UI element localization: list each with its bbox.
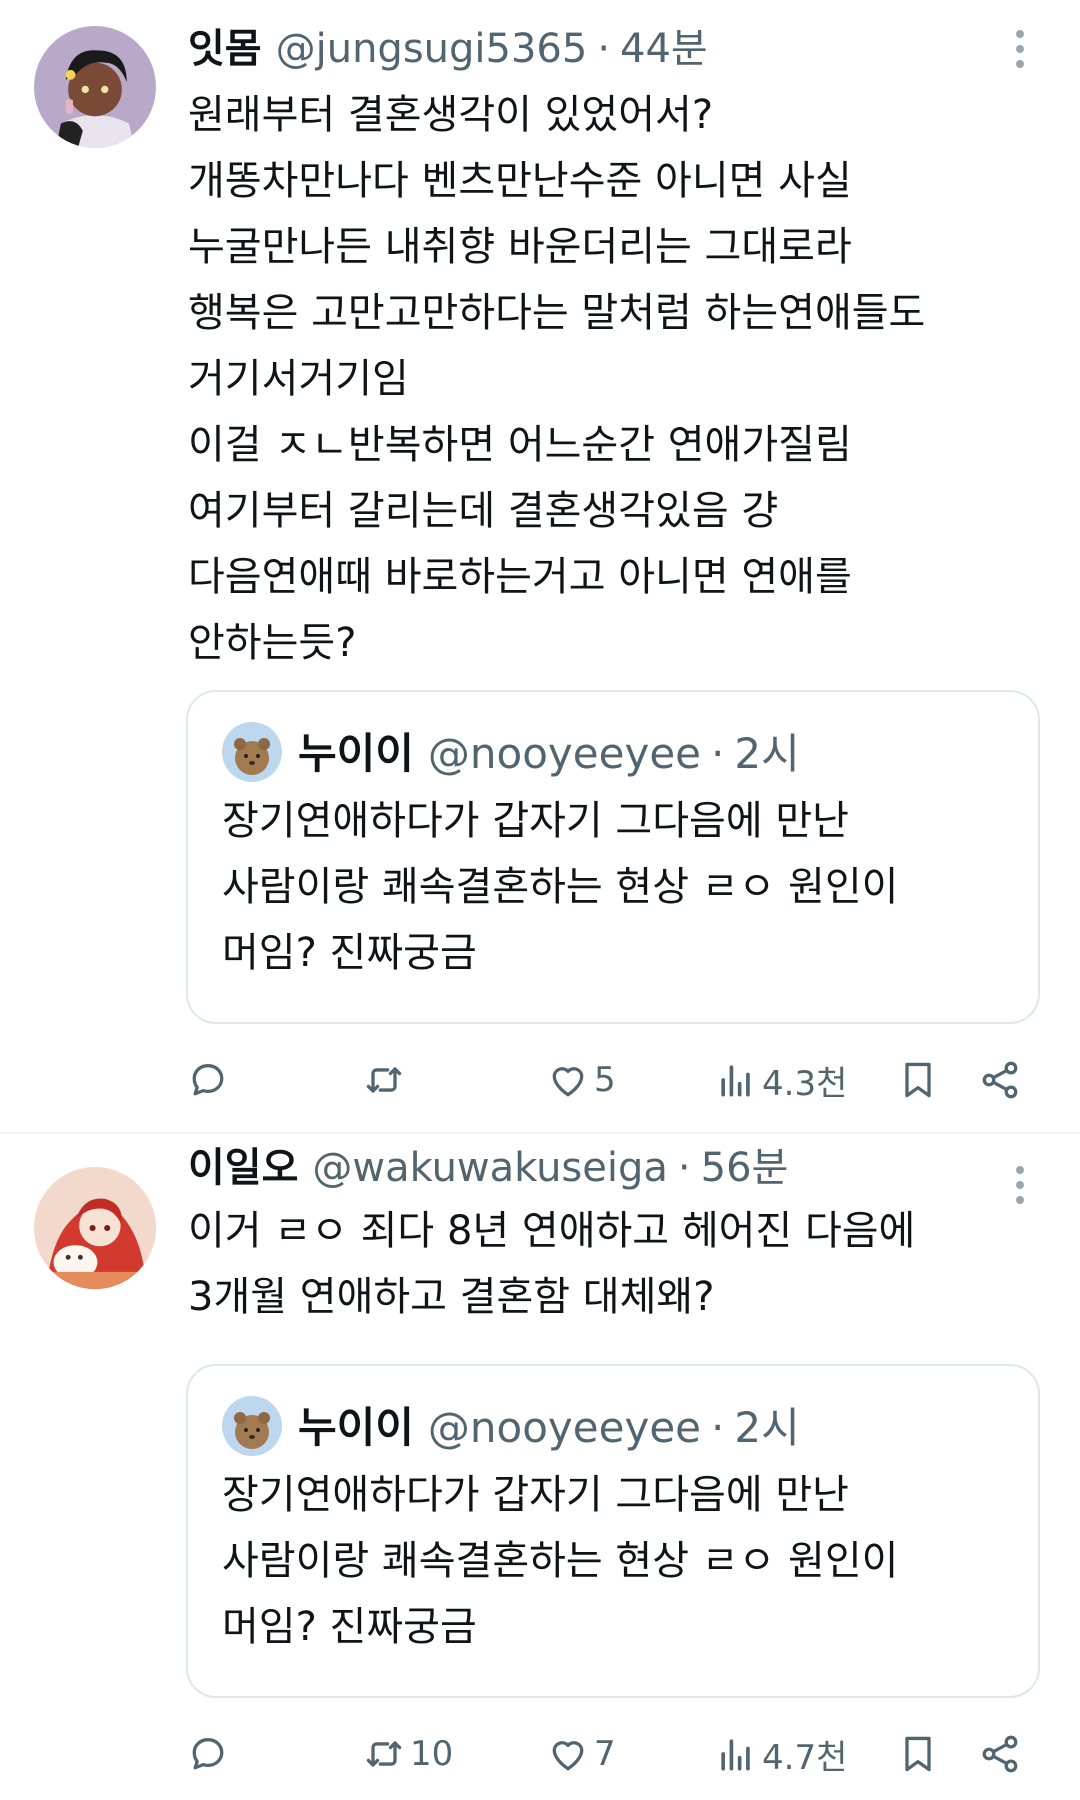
reply-icon bbox=[192, 1738, 224, 1770]
tweet-header: 이일오 @wakuwakuseiga · 56분 bbox=[188, 1135, 980, 1195]
timestamp[interactable]: 56분 bbox=[701, 1135, 789, 1193]
share-icon bbox=[982, 1735, 1018, 1773]
text-line: 이걸 ㅈㄴ반복하면 어느순간 연애가질림 bbox=[188, 422, 852, 468]
share-icon bbox=[982, 1061, 1018, 1099]
text-line: 장기연애하다가 갑자기 그다음에 만난 bbox=[222, 1472, 849, 1518]
timestamp[interactable]: 44분 bbox=[620, 16, 708, 74]
reply-icon bbox=[192, 1064, 224, 1096]
action-bar: 5 4.3천 bbox=[186, 1050, 1026, 1110]
text-line: 원래부터 결혼생각이 있었어서? bbox=[188, 92, 714, 138]
quoted-author-avatar bbox=[222, 722, 282, 782]
author-handle[interactable]: @wakuwakuseiga bbox=[312, 1145, 668, 1191]
text-line: 여기부터 갈리는데 결혼생각있음 걍 bbox=[188, 488, 779, 534]
quoted-tweet[interactable]: 누이이 @nooyeeyee · 2시 장기연애하다가 갑자기 그다음에 만난 … bbox=[186, 1364, 1040, 1698]
text-line: 장기연애하다가 갑자기 그다음에 만난 bbox=[222, 798, 849, 844]
more-options-icon[interactable] bbox=[1012, 30, 1028, 80]
bookmark-button[interactable] bbox=[896, 1724, 940, 1784]
text-line: 머임? 진짜궁금 bbox=[222, 930, 477, 976]
retweet-icon bbox=[366, 1067, 402, 1093]
text-line: 사람이랑 쾌속결혼하는 현상 ㄹㅇ 원인이 bbox=[222, 864, 899, 910]
quoted-timestamp: 2시 bbox=[734, 1403, 800, 1452]
views-button[interactable]: 4.3천 bbox=[714, 1050, 847, 1110]
separator-dot: · bbox=[677, 1145, 691, 1191]
author-handle[interactable]: @jungsugi5365 bbox=[276, 26, 588, 72]
views-icon bbox=[721, 1739, 750, 1771]
quoted-author-name: 누이이 bbox=[298, 729, 414, 778]
like-count: 5 bbox=[594, 1060, 616, 1100]
heart-icon bbox=[552, 1067, 584, 1097]
like-count: 7 bbox=[594, 1734, 616, 1774]
tweet[interactable]: 이일오 @wakuwakuseiga · 56분 이거 ㄹㅇ 죄다 8년 연애하… bbox=[0, 1134, 1080, 1800]
quoted-tweet-header: 누이이 @nooyeeyee · 2시 bbox=[298, 720, 800, 781]
separator-dot: · bbox=[711, 729, 725, 778]
views-button[interactable]: 4.7천 bbox=[714, 1724, 847, 1784]
bookmark-button[interactable] bbox=[896, 1050, 940, 1110]
retweet-count: 10 bbox=[410, 1734, 454, 1774]
quoted-tweet[interactable]: 누이이 @nooyeeyee · 2시 장기연애하다가 갑자기 그다음에 만난 … bbox=[186, 690, 1040, 1024]
separator-dot: · bbox=[597, 26, 611, 72]
quoted-tweet-text: 장기연애하다가 갑자기 그다음에 만난 사람이랑 쾌속결혼하는 현상 ㄹㅇ 원인… bbox=[222, 788, 1018, 986]
text-line: 누굴만나든 내취향 바운더리는 그대로라 bbox=[188, 224, 852, 270]
text-line: 3개월 연애하고 결혼함 대체왜? bbox=[188, 1274, 715, 1320]
author-avatar[interactable] bbox=[34, 26, 156, 148]
text-line: 다음연애때 바로하는거고 아니면 연애를 bbox=[188, 554, 852, 600]
bookmark-icon bbox=[905, 1062, 931, 1098]
quoted-author-name: 누이이 bbox=[298, 1403, 414, 1452]
views-count: 4.3천 bbox=[762, 1063, 848, 1104]
tweet-text: 원래부터 결혼생각이 있었어서? 개똥차만나다 벤츠만난수준 아니면 사실 누굴… bbox=[188, 82, 1020, 676]
text-line: 이거 ㄹㅇ 죄다 8년 연애하고 헤어진 다음에 bbox=[188, 1208, 916, 1254]
quoted-tweet-text: 장기연애하다가 갑자기 그다음에 만난 사람이랑 쾌속결혼하는 현상 ㄹㅇ 원인… bbox=[222, 1462, 1018, 1660]
author-name[interactable]: 이일오 bbox=[188, 1135, 298, 1193]
text-line: 사람이랑 쾌속결혼하는 현상 ㄹㅇ 원인이 bbox=[222, 1538, 899, 1584]
text-line: 개똥차만나다 벤츠만난수준 아니면 사실 bbox=[188, 158, 852, 204]
text-line: 머임? 진짜궁금 bbox=[222, 1604, 477, 1650]
views-count: 4.7천 bbox=[762, 1737, 848, 1778]
text-line: 거기서거기임 bbox=[188, 356, 409, 402]
reply-button[interactable] bbox=[186, 1724, 234, 1784]
quoted-author-handle: @nooyeeyee bbox=[427, 729, 702, 778]
retweet-icon bbox=[366, 1741, 402, 1767]
heart-icon bbox=[552, 1741, 584, 1771]
action-bar: 10 7 4.7천 bbox=[186, 1724, 1026, 1784]
quoted-tweet-header: 누이이 @nooyeeyee · 2시 bbox=[298, 1394, 800, 1455]
tweet-text: 이거 ㄹㅇ 죄다 8년 연애하고 헤어진 다음에 3개월 연애하고 결혼함 대체… bbox=[188, 1198, 1020, 1330]
reply-button[interactable] bbox=[186, 1050, 234, 1110]
quoted-author-avatar bbox=[222, 1396, 282, 1456]
share-button[interactable] bbox=[978, 1050, 1022, 1110]
views-icon bbox=[721, 1065, 750, 1097]
retweet-button[interactable] bbox=[362, 1050, 410, 1110]
author-name[interactable]: 잇몸 bbox=[188, 16, 262, 74]
like-button[interactable]: 7 bbox=[546, 1724, 616, 1784]
share-button[interactable] bbox=[978, 1724, 1022, 1784]
author-avatar[interactable] bbox=[34, 1167, 156, 1289]
retweet-button[interactable]: 10 bbox=[362, 1724, 453, 1784]
text-line: 안하는듯? bbox=[188, 620, 357, 666]
like-button[interactable]: 5 bbox=[546, 1050, 616, 1110]
tweet[interactable]: 잇몸 @jungsugi5365 · 44분 원래부터 결혼생각이 있었어서? … bbox=[0, 0, 1080, 1132]
tweet-header: 잇몸 @jungsugi5365 · 44분 bbox=[188, 16, 980, 76]
quoted-timestamp: 2시 bbox=[734, 729, 800, 778]
text-line: 행복은 고만고만하다는 말처럼 하는연애들도 bbox=[188, 290, 926, 336]
quoted-author-handle: @nooyeeyee bbox=[427, 1403, 702, 1452]
bookmark-icon bbox=[905, 1736, 931, 1772]
separator-dot: · bbox=[711, 1403, 725, 1452]
